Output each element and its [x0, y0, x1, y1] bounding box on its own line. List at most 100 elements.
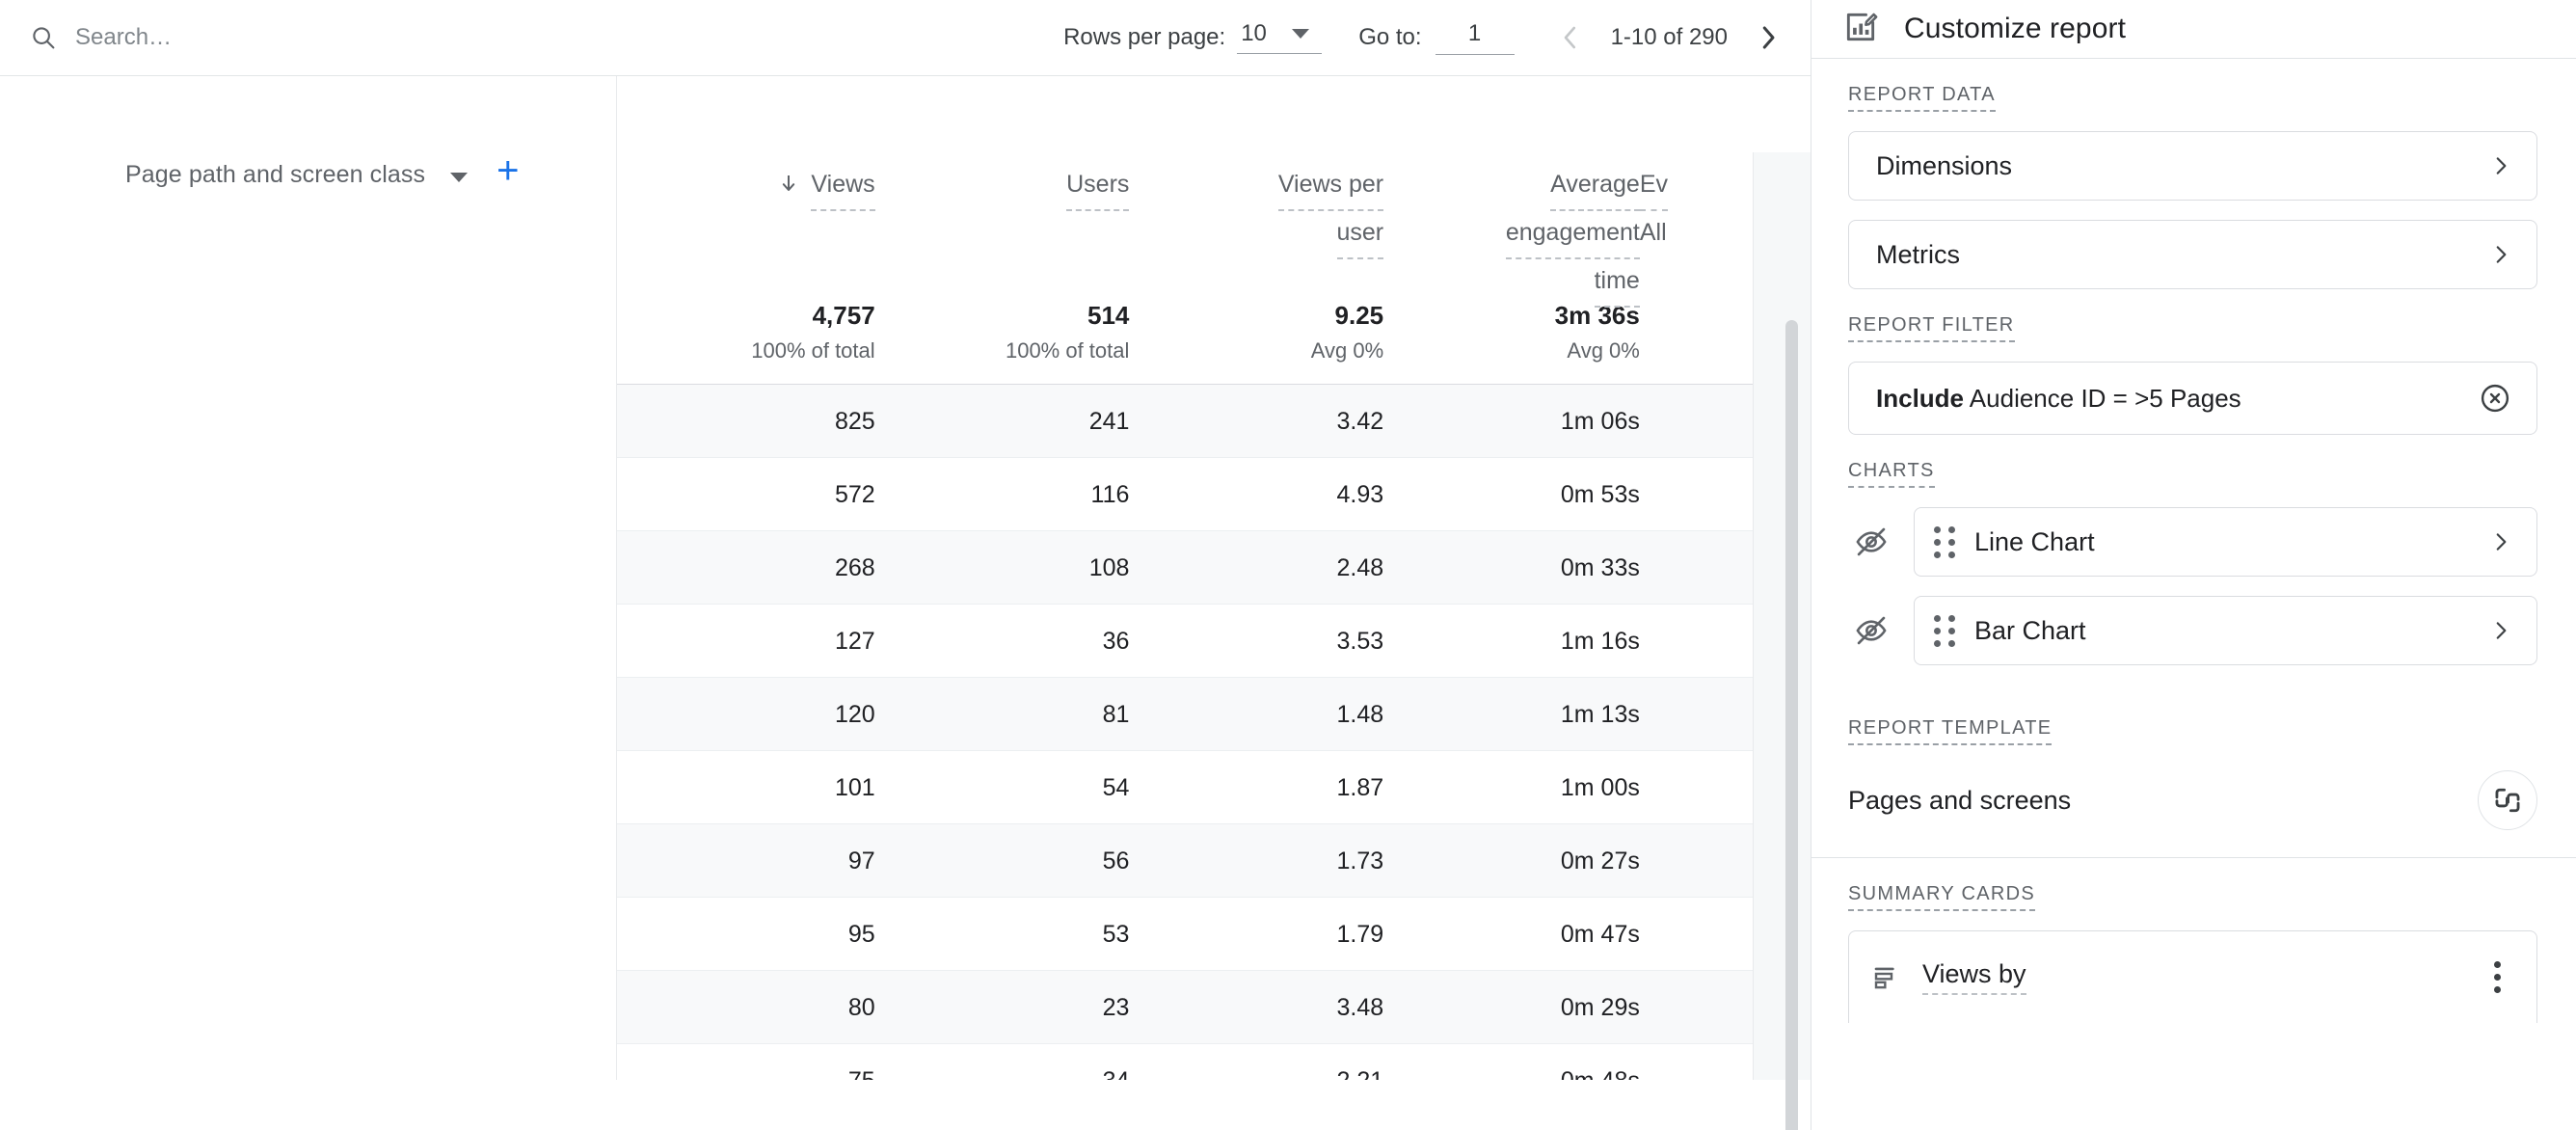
bar-chart-card[interactable]: Bar Chart [1914, 596, 2537, 665]
cell-views: 825 [834, 407, 875, 435]
cell-views: 572 [834, 480, 875, 508]
column-header-views-per-user-label: Views per [1277, 163, 1384, 211]
charts-section: CHARTS Line Chart Bar Chart [1811, 435, 2576, 665]
chart-item-bar-chart: Bar Chart [1848, 596, 2537, 665]
report-table: Page path and screen class + Views Users… [0, 75, 1811, 1130]
chevron-down-icon[interactable] [450, 173, 469, 182]
next-page-button[interactable] [1747, 16, 1789, 59]
dimension-header: Page path and screen class + [0, 76, 616, 277]
total-users-sub: 100% of total [1005, 338, 1130, 363]
panel-title: Customize report [1904, 13, 2127, 44]
column-header-views-per-user[interactable]: Views per user [1129, 163, 1384, 259]
table-row[interactable]: 268 108 2.48 0m 33s [617, 531, 1811, 605]
page-range-label: 1-10 of 290 [1610, 24, 1728, 50]
drag-handle-icon[interactable] [1934, 614, 1959, 647]
metrics-option[interactable]: Metrics [1848, 220, 2537, 289]
cell-views: 97 [847, 847, 875, 874]
panel-header: Customize report [1811, 0, 2576, 58]
cell-views-per-user: 1.73 [1336, 847, 1384, 874]
cell-views: 101 [834, 773, 875, 801]
rows-per-page-label: Rows per page: [1063, 24, 1226, 50]
chevron-right-icon [2488, 618, 2513, 643]
drag-handle-icon[interactable] [1934, 525, 1959, 558]
cell-views: 95 [847, 920, 875, 948]
summary-cards-section: SUMMARY CARDS Views by [1811, 858, 2576, 1023]
dimensions-option[interactable]: Dimensions [1848, 131, 2537, 201]
report-data-section-label: REPORT DATA [1848, 84, 1996, 112]
table-row[interactable]: 572 116 4.93 0m 53s [617, 458, 1811, 531]
column-header-users-label: Users [1066, 163, 1130, 211]
cell-views-per-user: 1.48 [1336, 700, 1384, 728]
cell-views: 80 [847, 993, 875, 1021]
table-row[interactable]: 75 34 2.21 0m 48s [617, 1044, 1811, 1081]
column-header-views[interactable]: Views [617, 163, 875, 211]
summary-card-menu-button[interactable] [2477, 951, 2517, 1005]
column-header-avg-engagement-sublabel2: time [1594, 259, 1640, 308]
vertical-scrollbar[interactable] [1778, 152, 1811, 1130]
chevron-right-icon [1762, 26, 1775, 49]
goto-input[interactable] [1435, 20, 1515, 55]
dimension-header-label: Page path and screen class [125, 161, 426, 188]
cell-users: 36 [1102, 627, 1130, 655]
cell-views: 268 [834, 553, 875, 581]
cell-users: 23 [1102, 993, 1130, 1021]
plus-icon[interactable]: + [496, 151, 519, 190]
summary-card-label-wrap: Views by [1922, 959, 2477, 995]
cell-users: 56 [1102, 847, 1130, 874]
column-header-event-count-label: Ev [1639, 163, 1669, 211]
cell-users: 108 [1088, 553, 1130, 581]
eye-off-icon[interactable] [1848, 519, 1894, 565]
column-header-avg-engagement-sublabel: engagement [1505, 211, 1640, 259]
table-row[interactable]: 127 36 3.53 1m 16s [617, 605, 1811, 678]
charts-section-label: CHARTS [1848, 460, 1935, 488]
search-input[interactable] [75, 24, 557, 51]
report-template-row: Pages and screens [1848, 770, 2537, 857]
scrollbar-thumb[interactable] [1785, 320, 1798, 1130]
rows-per-page-value: 10 [1241, 19, 1267, 46]
cell-views: 75 [617, 1044, 875, 1081]
report-main-area: Rows per page: 10 Go to: 1-10 of 290 [0, 0, 1811, 1130]
column-header-views-per-user-sublabel: user [1336, 211, 1384, 259]
summary-card-views-by[interactable]: Views by [1848, 930, 2537, 1023]
unlink-icon [2495, 788, 2520, 813]
prev-page-button[interactable] [1549, 16, 1592, 59]
unlink-template-button[interactable] [2478, 770, 2537, 830]
cell-users: 116 [1090, 480, 1130, 508]
column-header-avg-engagement-time[interactable]: Average engagement time [1383, 163, 1640, 308]
more-vert-icon [2493, 961, 2501, 968]
total-views-value: 4,757 [812, 301, 875, 330]
report-filter-section-label: REPORT FILTER [1848, 314, 2015, 342]
eye-off-icon[interactable] [1848, 607, 1894, 654]
table-header-row: Views Users Views per user Average engag… [617, 76, 1811, 308]
pagination-controls: Rows per page: 10 Go to: 1-10 of 290 [1063, 0, 1789, 75]
table-row[interactable]: 95 53 1.79 0m 47s [617, 898, 1811, 971]
report-data-section: REPORT DATA Dimensions Metrics [1811, 59, 2576, 289]
column-header-users[interactable]: Users [875, 163, 1130, 211]
line-chart-card[interactable]: Line Chart [1914, 507, 2537, 577]
summary-cards-section-label: SUMMARY CARDS [1848, 883, 2035, 911]
column-header-views-label: Views [811, 163, 875, 211]
metrics-columns: Views Users Views per user Average engag… [617, 76, 1811, 1080]
table-row[interactable]: 101 54 1.87 1m 00s [617, 751, 1811, 824]
table-row[interactable]: 97 56 1.73 0m 27s [617, 824, 1811, 898]
table-row[interactable]: 120 81 1.48 1m 13s [617, 678, 1811, 751]
summary-card-label: Views by [1922, 959, 2026, 995]
analytics-report-page: Rows per page: 10 Go to: 1-10 of 290 [0, 0, 2576, 1130]
report-filter-chip[interactable]: Include Audience ID = >5 Pages [1848, 362, 2537, 435]
bar-chart-label: Bar Chart [1974, 615, 2086, 645]
cell-avg-engagement-time: 0m 53s [1560, 480, 1640, 508]
rows-per-page-select[interactable]: 10 [1237, 19, 1323, 54]
remove-filter-button[interactable] [2475, 378, 2515, 418]
table-row[interactable]: 80 23 3.48 0m 29s [617, 971, 1811, 1044]
cell-views-per-user: 1.87 [1336, 773, 1384, 801]
arrow-down-icon [779, 165, 798, 208]
cell-avg-engagement-time: 0m 47s [1560, 920, 1640, 948]
bar-chart-horizontal-icon [1872, 962, 1903, 993]
chevron-right-icon [2488, 529, 2513, 554]
report-filter-text: Include Audience ID = >5 Pages [1876, 384, 2475, 414]
table-row[interactable]: 825 241 3.42 1m 06s [617, 385, 1811, 458]
total-views-per-user-value: 9.25 [1334, 301, 1384, 330]
goto-label: Go to: [1358, 24, 1422, 50]
search-box[interactable] [29, 13, 557, 62]
cell-views: 120 [834, 700, 875, 728]
